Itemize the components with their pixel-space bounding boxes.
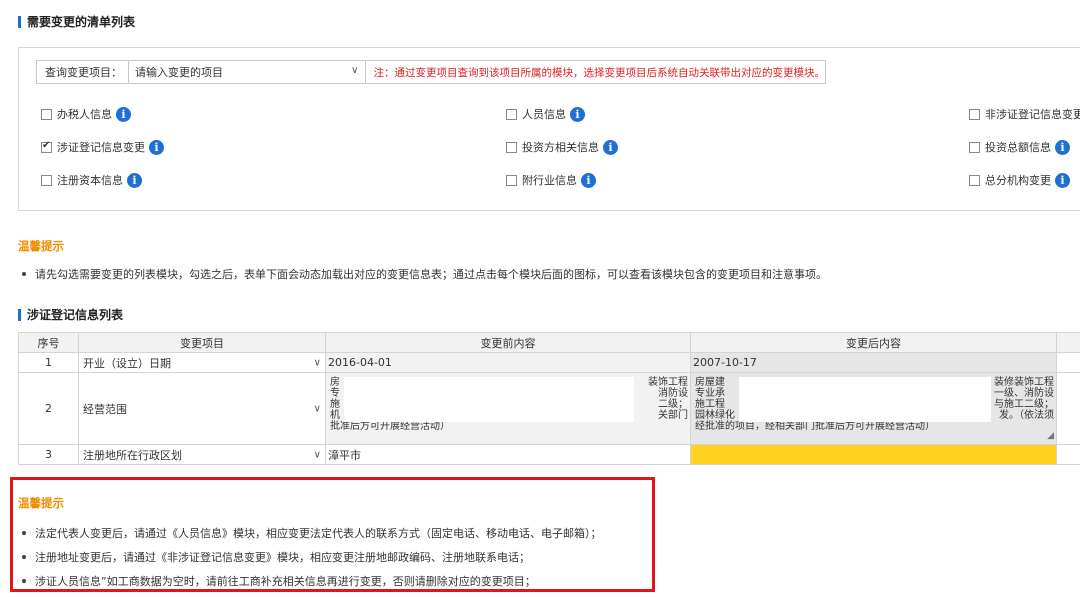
tip-line: 涉证人员信息”如工商数据为空时，请前往工商补充相关信息再进行变更，否则请删除对应… [22, 573, 536, 589]
text-line: 批准后方可开展经营活动） [330, 420, 450, 432]
table-row: 3 注册地所在行政区划 ∨ 漳平市 [18, 444, 1080, 465]
after-content-input[interactable]: 2007-10-17 [690, 352, 1057, 373]
info-icon[interactable]: i [1055, 172, 1070, 188]
module-checkbox-registered-capital[interactable]: 注册资本信息 i [41, 172, 142, 188]
change-item-select[interactable]: 注册地所在行政区划 ∨ [78, 444, 326, 465]
redaction-mask [344, 376, 634, 422]
tip-text: 注册地址变更后，请通过《非涉证登记信息变更》模块，相应变更注册地邮政编码、注册地… [35, 551, 530, 564]
change-list-title: 需要变更的清单列表 [18, 16, 135, 28]
info-icon[interactable]: i [570, 106, 585, 122]
change-item-value: 注册地所在行政区划 [83, 448, 182, 462]
right-text: 装饰工程 消防设 二级； 关部门 [648, 376, 688, 421]
row-no: 1 [18, 352, 79, 373]
tip-line: 注册地址变更后，请通过《非涉证登记信息变更》模块，相应变更注册地邮政编码、注册地… [22, 549, 530, 565]
change-item-value: 经营范围 [83, 402, 127, 416]
query-change-item-row: 查询变更项目： 请输入变更的项目 ∨ 注：通过变更项目查询到该项目所属的模块，选… [36, 60, 826, 84]
chevron-down-icon: ∨ [313, 403, 321, 414]
tip-title: 温馨提示 [18, 239, 64, 253]
header-after: 变更后内容 [690, 332, 1057, 353]
checkbox[interactable] [969, 141, 980, 153]
tip-line: 法定代表人变更后，请通过《人员信息》模块，相应变更法定代表人的联系方式（固定电话… [22, 525, 602, 541]
chevron-down-icon: ∨ [351, 65, 359, 76]
chevron-down-icon: ∨ [313, 449, 321, 460]
info-icon[interactable]: i [603, 139, 618, 155]
info-icon[interactable]: i [1055, 139, 1070, 155]
resize-handle-icon[interactable]: ◢ [1047, 431, 1054, 442]
module-checkbox-sub-industry[interactable]: 附行业信息 i [506, 172, 596, 188]
module-label: 办税人信息 [57, 108, 112, 121]
bullet [22, 579, 26, 583]
row-no: 2 [18, 372, 79, 445]
bullet [22, 555, 26, 559]
checkbox[interactable] [506, 141, 517, 153]
row-action [1056, 444, 1080, 465]
table-row: 2 经营范围 ∨ 房 专 施 机 批准后方可开展经营活动） 装饰工程 消防设 二… [18, 372, 1080, 445]
checkbox[interactable] [969, 174, 980, 186]
row-action [1056, 352, 1080, 373]
after-content-input-highlighted[interactable] [690, 444, 1057, 465]
query-label: 查询变更项目： [45, 66, 122, 79]
module-checkbox-investor[interactable]: 投资方相关信息 i [506, 139, 618, 155]
module-checkbox-branch-change[interactable]: 总分机构变更 i [969, 172, 1070, 188]
info-icon[interactable]: i [149, 139, 164, 155]
change-item-select[interactable]: 经营范围 ∨ [78, 372, 326, 445]
tip-text: 涉证人员信息”如工商数据为空时，请前往工商补充相关信息再进行变更，否则请删除对应… [35, 575, 536, 588]
module-label: 非涉证登记信息变更 [985, 108, 1080, 121]
bullet [22, 531, 26, 535]
before-content: 房 专 施 机 批准后方可开展经营活动） 装饰工程 消防设 二级； 关部门 [325, 372, 691, 445]
tip-title: 温馨提示 [18, 496, 64, 510]
info-icon[interactable]: i [127, 172, 142, 188]
info-icon[interactable]: i [116, 106, 131, 122]
tip-line: 请先勾选需要变更的列表模块，勾选之后，表单下面会动态加载出对应的变更信息表；通过… [22, 266, 827, 282]
registration-list-title: 涉证登记信息列表 [18, 309, 123, 321]
chevron-down-icon: ∨ [313, 357, 321, 368]
query-change-item-select[interactable]: 请输入变更的项目 ∨ [128, 61, 365, 83]
change-table: 序号 变更项目 变更前内容 变更后内容 1 开业（设立）日期 ∨ 2016-04… [18, 332, 1080, 465]
header-extra [1056, 332, 1080, 353]
after-content-textarea[interactable]: 房屋建 专业承 施工程 园林绿化 经批准的项目，经相关部门批准后方可开展经营活动… [690, 372, 1057, 445]
module-checkbox-cert-registration[interactable]: 涉证登记信息变更 i [41, 139, 164, 155]
checkbox[interactable] [41, 174, 52, 186]
header-item: 变更项目 [78, 332, 326, 353]
module-checkbox-total-investment[interactable]: 投资总额信息 i [969, 139, 1070, 155]
tip-text: 请先勾选需要变更的列表模块，勾选之后，表单下面会动态加载出对应的变更信息表；通过… [35, 268, 827, 281]
before-content: 漳平市 [325, 444, 691, 465]
text-line: 经批准的项目，经相关部门批准后方可开展经营活动） [695, 420, 935, 432]
checkbox[interactable] [41, 108, 52, 120]
before-content: 2016-04-01 [325, 352, 691, 373]
checkbox[interactable] [506, 174, 517, 186]
header-no: 序号 [18, 332, 79, 353]
module-label: 注册资本信息 [57, 174, 123, 187]
redaction-mask [739, 376, 991, 422]
checkbox-checked[interactable] [41, 140, 52, 153]
change-item-value: 开业（设立）日期 [83, 356, 171, 370]
module-checkbox-tax-handler[interactable]: 办税人信息 i [41, 106, 131, 122]
change-item-select[interactable]: 开业（设立）日期 ∨ [78, 352, 326, 373]
query-note: 注：通过变更项目查询到该项目所属的模块，选择变更项目后系统自动关联带出对应的变更… [364, 61, 825, 83]
module-label: 人员信息 [522, 108, 566, 121]
module-label: 投资方相关信息 [522, 141, 599, 154]
query-placeholder: 请输入变更的项目 [135, 66, 223, 79]
bullet [22, 272, 26, 276]
checkbox[interactable] [969, 108, 980, 120]
table-header-row: 序号 变更项目 变更前内容 变更后内容 [18, 332, 1080, 353]
module-label: 附行业信息 [522, 174, 577, 187]
right-text: 装修装饰工程 一级、消防设 与施工二级； 发。（依法须 [994, 376, 1054, 421]
row-no: 3 [18, 444, 79, 465]
table-row: 1 开业（设立）日期 ∨ 2016-04-01 2007-10-17 [18, 352, 1080, 373]
module-label: 总分机构变更 [985, 174, 1051, 187]
module-checkbox-personnel[interactable]: 人员信息 i [506, 106, 585, 122]
row-action [1056, 372, 1080, 445]
module-label: 涉证登记信息变更 [57, 141, 145, 154]
checkbox[interactable] [506, 108, 517, 120]
module-selection-panel: 查询变更项目： 请输入变更的项目 ∨ 注：通过变更项目查询到该项目所属的模块，选… [18, 47, 1080, 211]
module-label: 投资总额信息 [985, 141, 1051, 154]
header-before: 变更前内容 [325, 332, 691, 353]
module-checkbox-non-cert-registration[interactable]: 非涉证登记信息变更 i [969, 106, 1080, 122]
info-icon[interactable]: i [581, 172, 596, 188]
tip-text: 法定代表人变更后，请通过《人员信息》模块，相应变更法定代表人的联系方式（固定电话… [35, 527, 602, 540]
